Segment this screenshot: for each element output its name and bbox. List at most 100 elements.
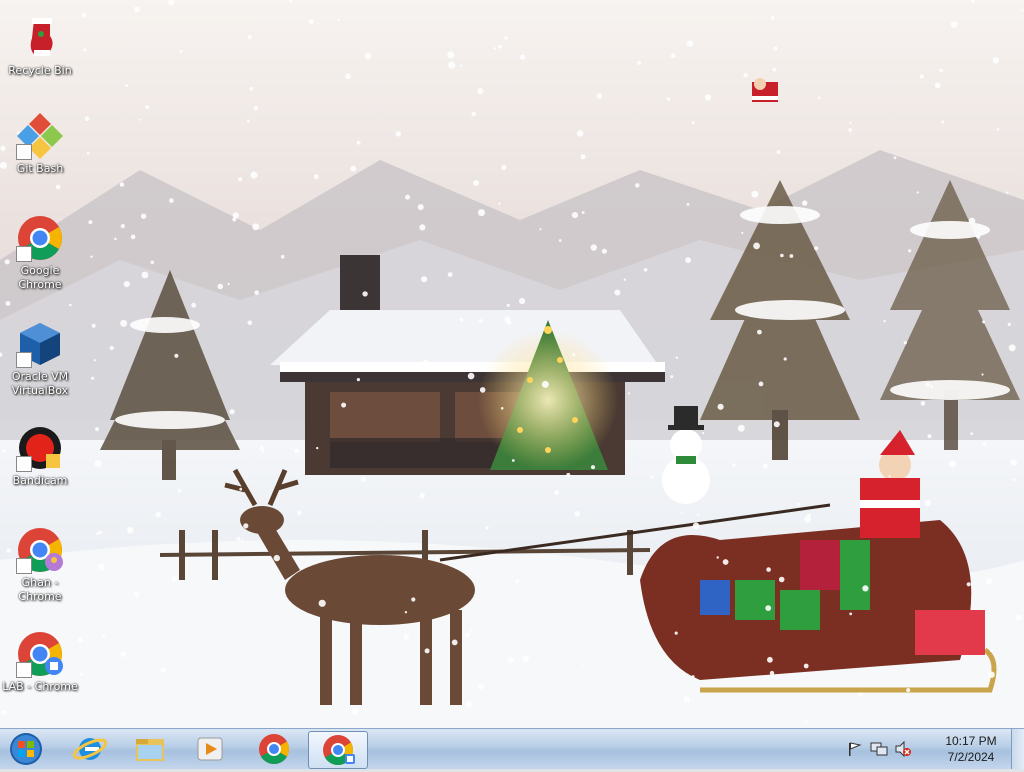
network-icon[interactable] bbox=[870, 741, 888, 757]
shortcut-arrow-icon bbox=[16, 662, 32, 678]
snowflake bbox=[650, 475, 654, 479]
taskbar-chrome-profile[interactable] bbox=[308, 731, 368, 769]
snowflake bbox=[772, 67, 777, 72]
desktop-icon-bandicam[interactable]: Bandicam bbox=[2, 424, 78, 488]
snowflake bbox=[120, 651, 126, 658]
snowflake bbox=[93, 359, 96, 362]
desktop-icon-git-bash[interactable]: Git Bash bbox=[2, 112, 78, 176]
desktop-icon-google-chrome[interactable]: Google Chrome bbox=[2, 214, 78, 292]
shortcut-arrow-icon bbox=[16, 246, 32, 262]
snowflake bbox=[590, 244, 597, 251]
snowflake bbox=[966, 582, 971, 587]
snowflake bbox=[341, 402, 347, 408]
volume-muted-icon[interactable] bbox=[894, 741, 912, 757]
snowflake bbox=[261, 449, 265, 453]
snowflake bbox=[77, 637, 83, 643]
windows-start-orb-icon bbox=[10, 733, 42, 765]
snowflake bbox=[471, 111, 477, 117]
snowflake bbox=[134, 591, 140, 598]
taskbar-media-player[interactable] bbox=[184, 731, 236, 767]
snowflake bbox=[395, 131, 401, 137]
snowflake bbox=[753, 242, 760, 250]
snowflake bbox=[138, 118, 141, 121]
snowflake bbox=[848, 127, 853, 132]
snowflake bbox=[91, 323, 96, 328]
chrome-profile-icon bbox=[16, 526, 64, 574]
taskbar-chrome[interactable] bbox=[248, 731, 300, 767]
snowflake bbox=[447, 51, 455, 59]
snowflake bbox=[572, 353, 576, 357]
desktop-icon-label: Ghan - Chrome bbox=[18, 576, 62, 603]
snowflake bbox=[419, 224, 426, 231]
snowflake bbox=[217, 283, 224, 290]
snowflake bbox=[804, 515, 811, 523]
snowflake bbox=[757, 329, 762, 335]
flag-icon[interactable] bbox=[846, 741, 862, 757]
internet-explorer-icon bbox=[72, 738, 108, 760]
snowflake bbox=[95, 427, 99, 432]
snowflake bbox=[858, 692, 863, 697]
snowflake bbox=[1021, 9, 1024, 12]
snowflake bbox=[789, 254, 794, 258]
snowflake bbox=[949, 460, 957, 468]
snowflake bbox=[239, 487, 243, 491]
snowflake bbox=[580, 154, 586, 160]
snowflake bbox=[109, 345, 114, 351]
desktop-icon-ghan-chrome[interactable]: Ghan - Chrome bbox=[2, 526, 78, 604]
snowflake bbox=[767, 656, 773, 663]
clock-time: 10:17 PM bbox=[945, 734, 997, 748]
desktop-icon-virtualbox[interactable]: Oracle VM VirtualBox bbox=[2, 320, 78, 398]
snowflake bbox=[5, 301, 11, 306]
start-button[interactable] bbox=[4, 731, 48, 767]
snowflake bbox=[345, 73, 351, 80]
snowflake bbox=[941, 120, 945, 124]
snowflake bbox=[350, 165, 357, 172]
snowflake bbox=[83, 48, 87, 52]
snowflake bbox=[924, 499, 931, 507]
snowflake bbox=[253, 106, 258, 111]
snowflake bbox=[91, 376, 95, 380]
desktop-icon-recycle-bin[interactable]: Recycle Bin bbox=[2, 14, 78, 78]
snowflake bbox=[123, 281, 130, 288]
snowflake bbox=[776, 150, 781, 154]
snowflake bbox=[691, 121, 695, 125]
bandicam-icon bbox=[16, 424, 64, 472]
snowflake bbox=[590, 465, 596, 470]
snowflake bbox=[360, 476, 366, 482]
desktop-icon-label: Oracle VM VirtualBox bbox=[11, 370, 69, 397]
taskbar-internet-explorer[interactable] bbox=[64, 731, 116, 767]
taskbar-clock[interactable]: 10:17 PM 7/2/2024 bbox=[936, 733, 1006, 765]
snowflake bbox=[508, 657, 514, 663]
snowflake bbox=[614, 289, 621, 296]
snowflake bbox=[405, 194, 411, 200]
snowflake bbox=[498, 202, 501, 205]
snowflake bbox=[120, 224, 125, 229]
snowflake bbox=[817, 96, 821, 99]
chrome-profile-icon bbox=[323, 735, 355, 766]
snowflake bbox=[1008, 344, 1016, 352]
snowflake bbox=[741, 231, 744, 234]
taskbar-file-explorer[interactable] bbox=[124, 731, 176, 767]
recycle-bin-icon bbox=[16, 14, 64, 62]
snowflake bbox=[150, 260, 154, 264]
chrome-icon bbox=[16, 214, 64, 262]
snowflake bbox=[464, 632, 470, 638]
snowflake bbox=[765, 605, 772, 611]
shortcut-arrow-icon bbox=[16, 456, 32, 472]
snowflake bbox=[352, 708, 359, 715]
show-desktop-button[interactable] bbox=[1011, 729, 1024, 769]
snowflake bbox=[637, 60, 641, 65]
snowflake bbox=[506, 303, 510, 307]
snowflake bbox=[989, 648, 994, 653]
snowflake bbox=[86, 151, 90, 155]
shortcut-arrow-icon bbox=[16, 558, 32, 574]
snowflake bbox=[721, 711, 724, 714]
folder-icon bbox=[136, 739, 164, 761]
snowflake bbox=[849, 121, 852, 124]
snowflake bbox=[758, 381, 764, 387]
snowflake bbox=[419, 493, 425, 499]
snowflake bbox=[356, 378, 360, 382]
snowflake bbox=[504, 36, 508, 40]
snowflake bbox=[670, 53, 676, 59]
desktop-icon-lab-chrome[interactable]: LAB - Chrome bbox=[2, 630, 78, 694]
